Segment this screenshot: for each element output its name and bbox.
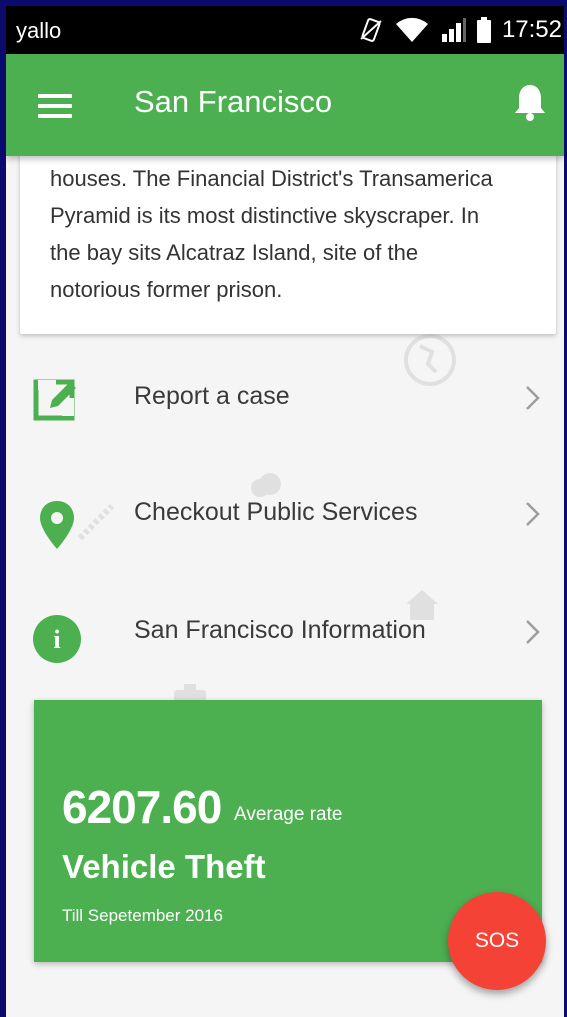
info-icon: i (33, 615, 81, 663)
battery-icon (476, 17, 491, 43)
description-line: Pyramid is its most distinctive skyscrap… (50, 203, 480, 228)
menu-item-label: Checkout Public Services (134, 498, 418, 526)
menu-item-report-case[interactable]: Report a case (6, 346, 564, 456)
vibrate-icon (360, 18, 382, 42)
map-pin-icon (40, 501, 74, 549)
stats-value: 6207.60 (62, 781, 222, 833)
edit-icon (33, 379, 76, 421)
stats-unit: Average rate (234, 804, 343, 825)
stats-title: Vehicle Theft (62, 848, 266, 885)
carrier-name: yallo (16, 18, 62, 43)
sos-button[interactable]: SOS (448, 892, 546, 990)
clock: 17:52 (501, 16, 562, 43)
city-description-card: houses. The Financial District's Transam… (20, 146, 556, 334)
page-title: San Francisco (134, 84, 333, 119)
stats-period: Till Sepetember 2016 (62, 906, 223, 925)
app-screen: yallo 17:52 San Francisco houses. The Fi… (6, 6, 564, 1017)
signal-icon (441, 18, 466, 42)
status-bar: yallo 17:52 (6, 6, 564, 54)
description-line: notorious former prison. (50, 277, 283, 302)
menu-item-label: Report a case (134, 382, 290, 410)
description-line: houses. The Financial District's Transam… (50, 166, 493, 191)
menu-item-public-services[interactable]: Checkout Public Services (6, 462, 564, 572)
menu-item-label: San Francisco Information (134, 616, 426, 644)
status-icons: 17:52 (358, 14, 564, 46)
notification-bell-icon[interactable] (512, 82, 548, 122)
wifi-icon (395, 17, 428, 42)
chevron-right-icon (526, 502, 540, 526)
chevron-right-icon (526, 386, 540, 410)
city-description-text: houses. The Financial District's Transam… (50, 160, 546, 308)
hamburger-menu-icon[interactable] (38, 94, 72, 118)
svg-text:i: i (53, 625, 60, 654)
description-line: the bay sits Alcatraz Island, site of th… (50, 240, 419, 265)
menu-item-city-information[interactable]: i San Francisco Information (6, 580, 564, 690)
chevron-right-icon (526, 620, 540, 644)
app-bar: San Francisco (6, 54, 564, 156)
